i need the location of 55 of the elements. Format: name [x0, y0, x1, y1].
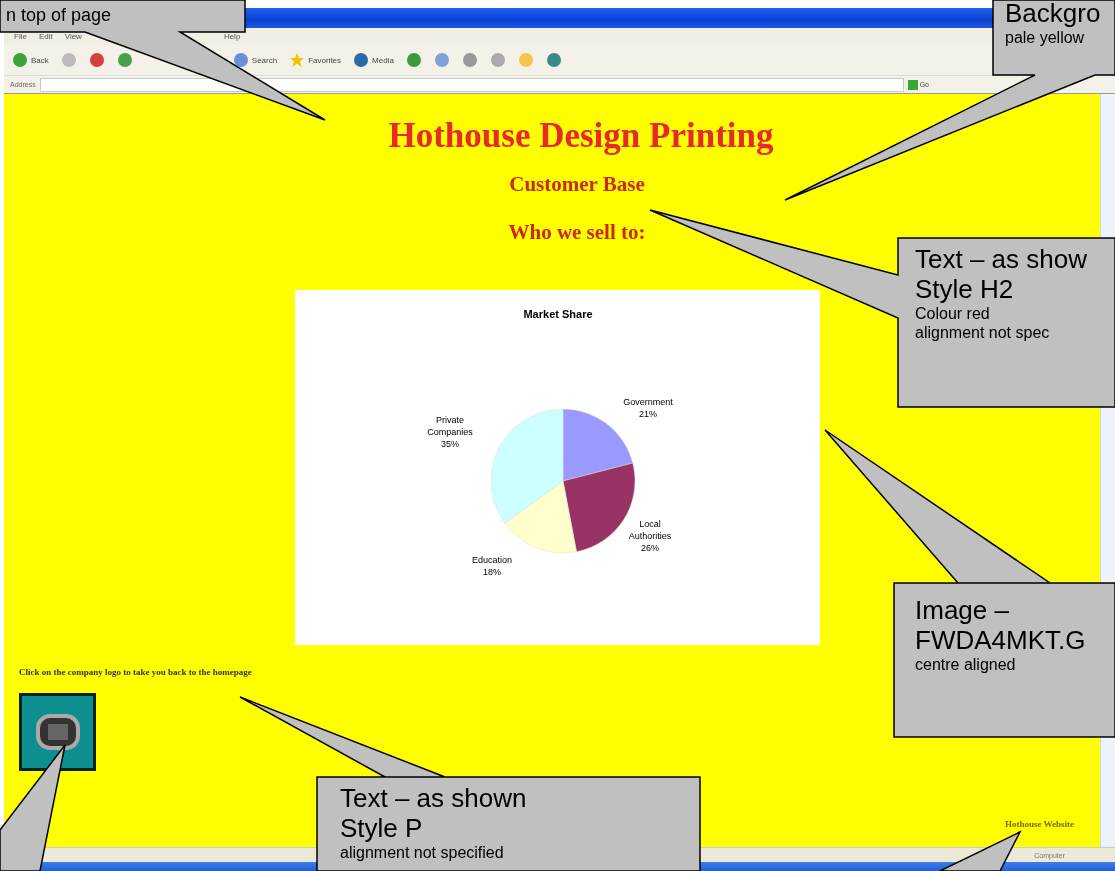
toolbar-button[interactable]	[545, 52, 562, 68]
toolbar-icon	[12, 52, 28, 68]
menu-item[interactable]: Edit	[38, 32, 53, 41]
toolbar-button[interactable]	[433, 52, 450, 68]
slice-label: Government 21%	[622, 397, 673, 419]
subheading: Who we sell to:	[508, 219, 646, 246]
toolbar-button[interactable]: Media	[353, 52, 394, 68]
toolbar-button[interactable]	[489, 52, 506, 68]
slice-label: Local Authorities 26%	[628, 519, 671, 553]
callout-text: FWDA4MKT.G	[915, 625, 1086, 655]
toolbar-icon	[116, 52, 133, 68]
callout-text: n top of page	[6, 4, 112, 26]
subheading: Customer Base	[509, 171, 645, 198]
callout-text: alignment not spec	[915, 323, 1051, 342]
toolbar-icon	[545, 52, 562, 68]
menu-item[interactable]: View	[64, 32, 82, 41]
toolbar-icon	[489, 52, 506, 68]
star-icon	[289, 52, 306, 68]
toolbar-icon	[517, 52, 534, 68]
toolbar-button[interactable]	[60, 52, 77, 68]
toolbar-button[interactable]	[405, 52, 422, 68]
instruction-text: Click on the company logo to take you back to the homepage	[19, 667, 252, 677]
callout-text: alignment not specified	[340, 843, 505, 862]
company-logo[interactable]	[19, 693, 96, 771]
toolbar-icon	[88, 52, 105, 68]
toolbar-icon	[433, 52, 450, 68]
toolbar-icon	[405, 52, 422, 68]
toolbar-button[interactable]: Search	[232, 52, 278, 68]
address-field[interactable]	[39, 77, 904, 92]
page-heading: Hothouse Design Printing	[388, 116, 774, 156]
toolbar-button[interactable]	[88, 52, 105, 68]
menu-item[interactable]: Help	[223, 32, 241, 41]
menu-item[interactable]: File	[14, 32, 27, 41]
website-link[interactable]: Hothouse Website	[1004, 819, 1074, 829]
slice-label: Education 18%	[471, 555, 512, 577]
callout-text: Style P	[340, 813, 424, 843]
callout-text: Backgro	[1005, 0, 1101, 28]
toolbar-button[interactable]: Back	[12, 52, 49, 68]
callout-text: Text – as show	[915, 244, 1087, 274]
toolbar-icon	[60, 52, 77, 68]
logo-icon	[35, 714, 80, 750]
toolbar-button[interactable]	[461, 52, 478, 68]
toolbar-icon	[232, 52, 249, 68]
callout-text: pale yellow	[1005, 28, 1086, 47]
callout-text: Colour red	[915, 304, 991, 323]
toolbar-icon	[461, 52, 478, 68]
toolbar-icon	[353, 52, 370, 68]
callout-text: centre aligned	[915, 655, 1017, 674]
toolbar-button[interactable]: Favorites	[289, 52, 342, 68]
toolbar-button[interactable]	[116, 52, 133, 68]
chart-title: Market Share	[522, 308, 593, 320]
callout-text: Style H2	[915, 274, 1015, 304]
callout-text: Image –	[915, 595, 1010, 625]
slice-label: Private Companies 35%	[426, 415, 473, 449]
callout-text: Text – as shown	[340, 783, 527, 813]
